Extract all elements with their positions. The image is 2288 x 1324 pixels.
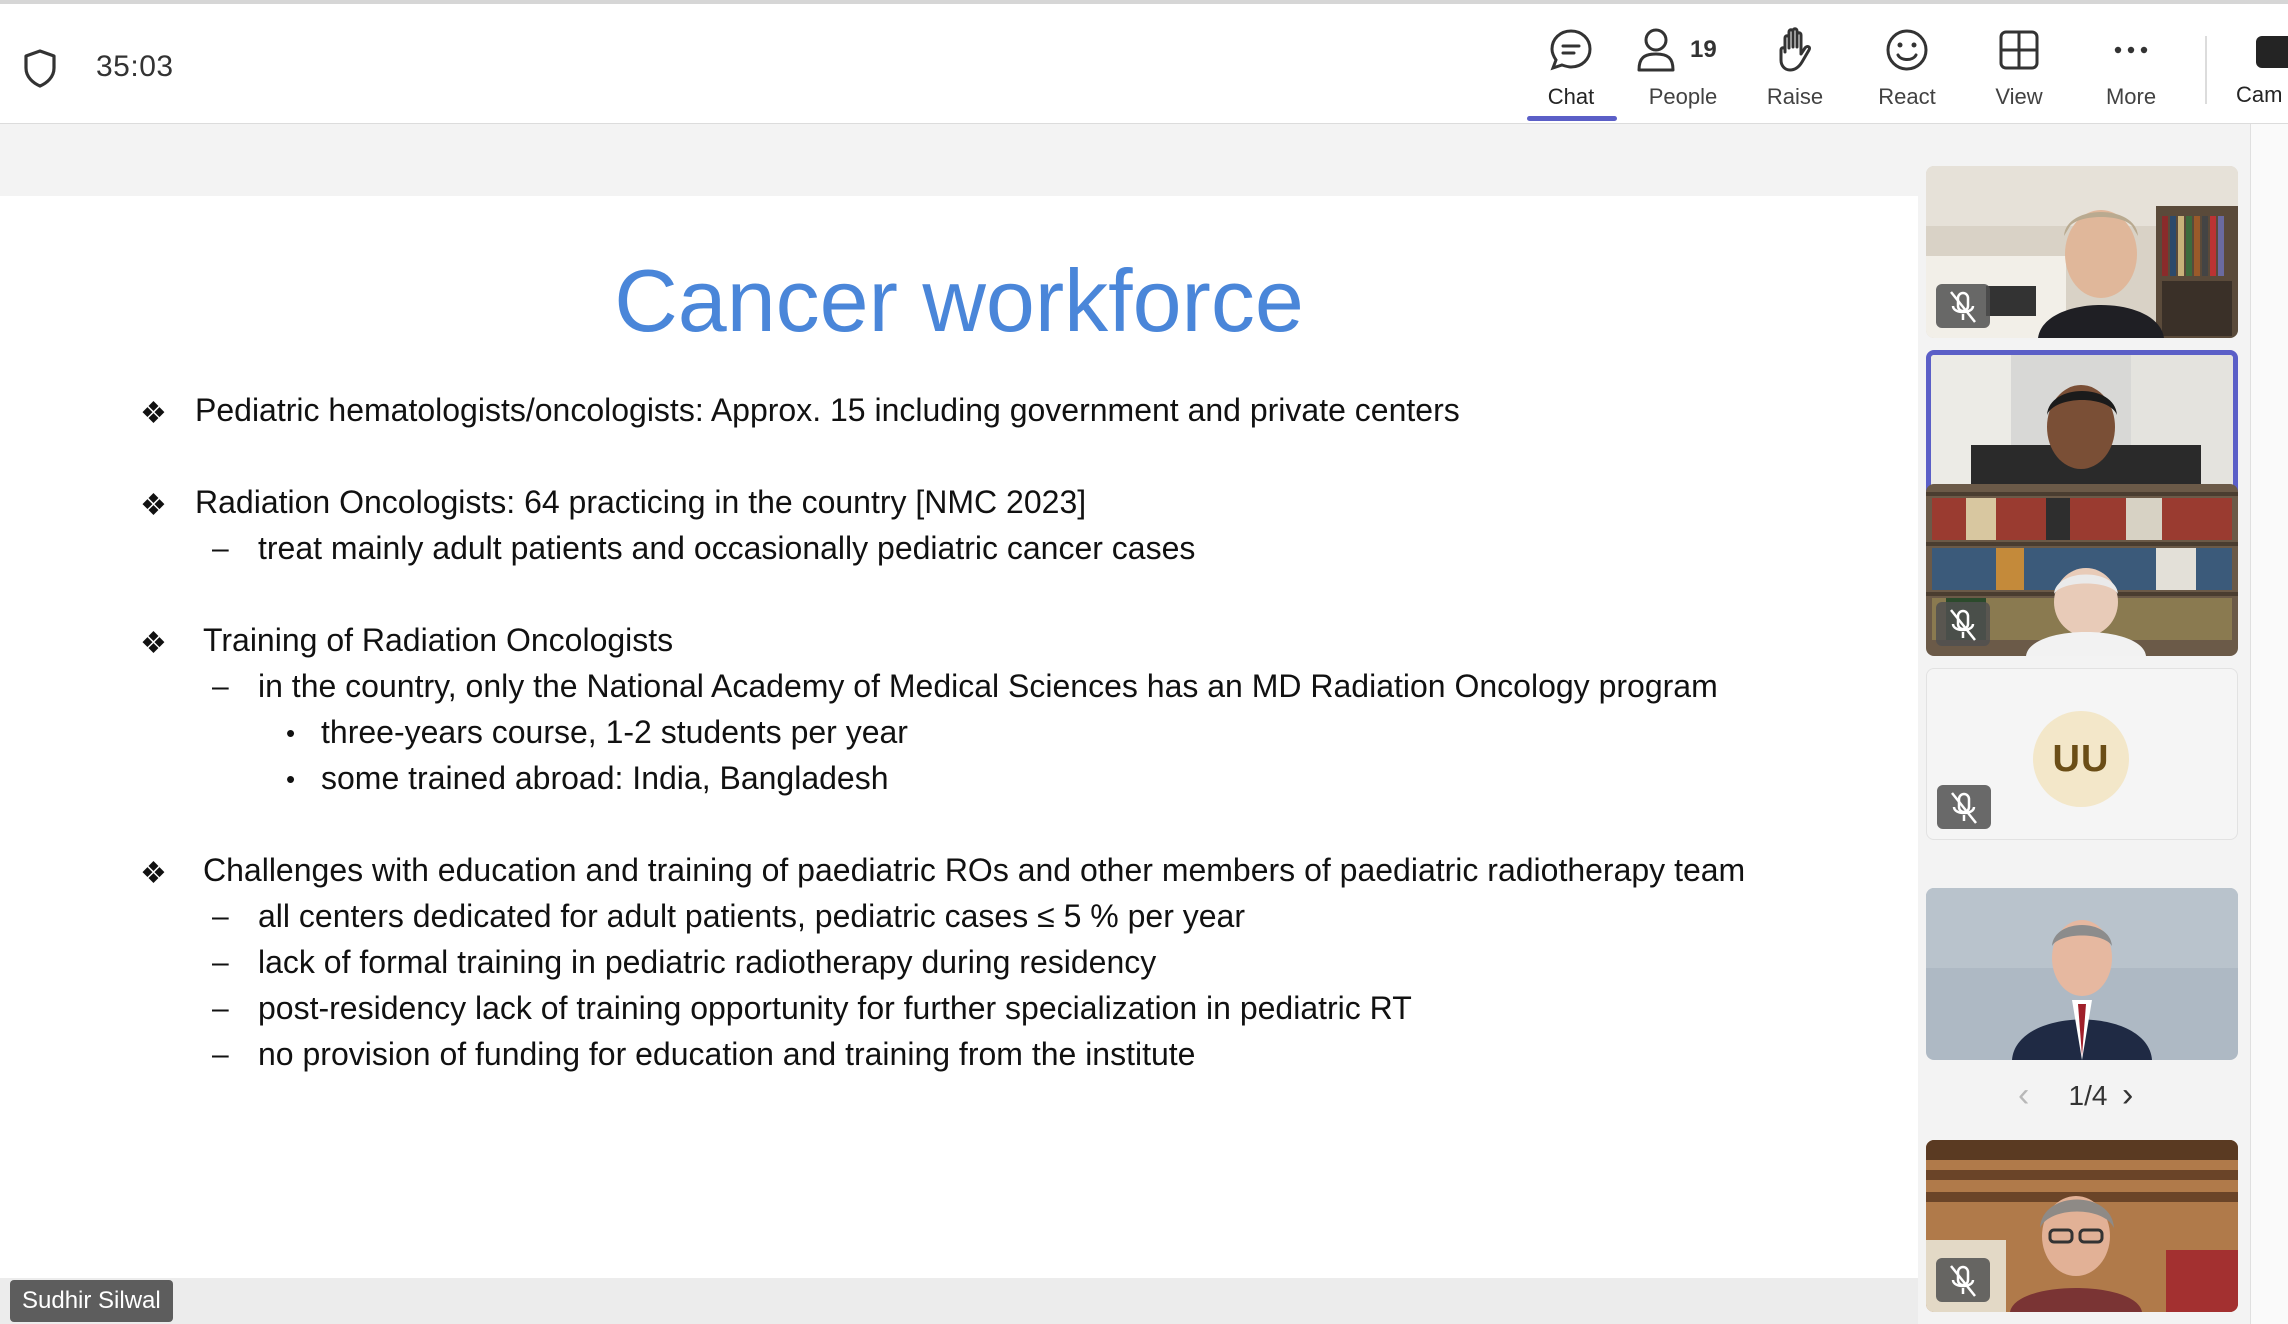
avatar: UU — [2033, 711, 2129, 807]
bullet-text: Pediatric hematologists/oncologists: App… — [195, 392, 1460, 428]
bullet-icon: ❖ — [140, 857, 167, 890]
shared-slide: Cancer workforce ❖ Pediatric hematologis… — [0, 196, 1918, 1278]
gallery-pager: ‹ 1/4 › — [1918, 1074, 2250, 1120]
dot-icon: • — [286, 764, 296, 794]
sub-sub-bullet-text: some trained abroad: India, Bangladesh — [321, 760, 889, 796]
dash-icon: – — [212, 946, 229, 979]
chevron-right-icon[interactable]: › — [2122, 1076, 2133, 1115]
active-tab-indicator — [1527, 116, 1617, 121]
participant-count: 19 — [1690, 36, 1717, 63]
presenter-name-tag: Sudhir Silwal — [10, 1280, 173, 1322]
dot-icon: • — [286, 718, 296, 748]
view-button[interactable]: View — [1964, 26, 2074, 116]
chat-button[interactable]: Chat — [1516, 26, 1626, 116]
participant-video-tile[interactable] — [1926, 484, 2238, 656]
meeting-window: { "toolbar": { "timer": "35:03", "chat_l… — [0, 0, 2288, 1324]
toolbar-divider — [2205, 36, 2207, 104]
side-panel-edge — [2250, 124, 2288, 1324]
shield-icon[interactable] — [22, 48, 58, 88]
gallery-page-indicator: 1/4 — [2068, 1080, 2108, 1111]
smiley-icon — [1886, 29, 1928, 71]
raise-hand-button[interactable]: Raise — [1740, 26, 1850, 116]
mic-off-icon — [1937, 785, 1991, 829]
sub-bullet-text: lack of formal training in pediatric rad… — [258, 944, 1157, 980]
sub-sub-bullet-text: three-years course, 1-2 students per yea… — [321, 714, 908, 750]
meeting-timer: 35:03 — [96, 50, 174, 83]
sub-bullet-text: in the country, only the National Academ… — [258, 668, 1718, 704]
more-label: More — [2105, 84, 2157, 109]
sub-bullet-text: all centers dedicated for adult patients… — [258, 898, 1245, 934]
bullet-text: Challenges with education and training o… — [203, 852, 1746, 888]
mic-off-icon — [1936, 602, 1990, 646]
stage-background — [0, 124, 1918, 196]
camera-icon — [2256, 36, 2288, 68]
more-dots-icon — [2114, 46, 2148, 54]
dash-icon: – — [212, 1038, 229, 1071]
dash-icon: – — [212, 900, 229, 933]
participant-avatar-tile[interactable]: UU — [1926, 668, 2238, 840]
mic-off-icon — [1936, 284, 1990, 328]
bullet-text: Radiation Oncologists: 64 practicing in … — [195, 484, 1087, 520]
dash-icon: – — [212, 992, 229, 1025]
bullet-icon: ❖ — [140, 627, 167, 660]
participant-video-tile[interactable] — [1926, 888, 2238, 1060]
react-label: React — [1878, 84, 1936, 109]
sub-bullet-text: post-residency lack of training opportun… — [258, 990, 1412, 1026]
bullet-icon: ❖ — [140, 489, 167, 522]
stage-footer — [0, 1278, 1918, 1324]
mic-off-icon — [1936, 1258, 1990, 1302]
people-label: People — [1648, 84, 1718, 109]
person-icon — [1637, 28, 1675, 72]
chevron-left-icon[interactable]: ‹ — [2018, 1076, 2029, 1115]
view-label: View — [1995, 84, 2043, 109]
raise-label: Raise — [1766, 84, 1824, 109]
sub-bullet-text: no provision of funding for education an… — [258, 1036, 1196, 1072]
chat-icon — [1550, 29, 1592, 71]
video-feed — [1926, 888, 2238, 1060]
camera-label: Cam — [2236, 82, 2283, 107]
participant-video-tile[interactable] — [1926, 166, 2238, 338]
meeting-toolbar: 35:03 Chat 19 People Raise React View Mo… — [0, 0, 2288, 124]
dash-icon: – — [212, 532, 229, 565]
more-button[interactable]: More — [2076, 26, 2186, 116]
participant-video-tile[interactable] — [1926, 1140, 2238, 1312]
sub-bullet-text: treat mainly adult patients and occasion… — [258, 530, 1196, 566]
slide-title: Cancer workforce — [614, 251, 1304, 350]
camera-button[interactable]: Cam — [2236, 26, 2288, 116]
chat-label: Chat — [1547, 84, 1595, 109]
dash-icon: – — [212, 670, 229, 703]
people-button[interactable]: 19 People — [1628, 26, 1738, 116]
bullet-icon: ❖ — [140, 397, 167, 430]
react-button[interactable]: React — [1852, 26, 1962, 116]
hand-icon — [1779, 27, 1811, 72]
grid-view-icon — [1999, 30, 2039, 70]
bullet-text: Training of Radiation Oncologists — [203, 622, 674, 658]
